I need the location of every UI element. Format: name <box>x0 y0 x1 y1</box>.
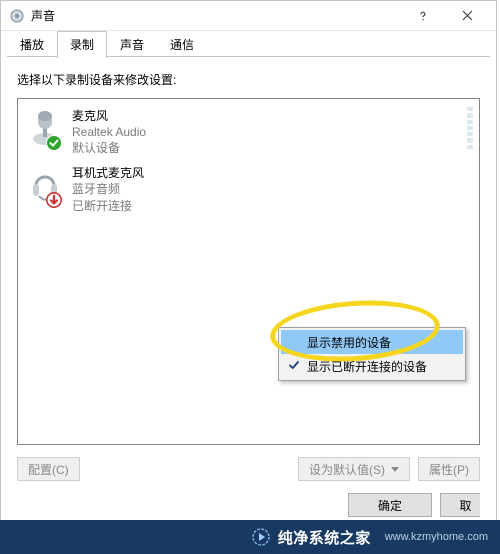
menu-show-disabled[interactable]: 显示禁用的设备 <box>281 330 463 354</box>
tab-content: 选择以下录制设备来修改设置: <box>1 57 496 529</box>
menu-show-disconnected[interactable]: 显示已断开连接的设备 <box>281 354 463 378</box>
ok-button[interactable]: 确定 <box>348 493 432 517</box>
tab-playback[interactable]: 播放 <box>7 31 57 57</box>
configure-button[interactable]: 配置(C) <box>17 457 80 481</box>
tabstrip: 播放 录制 声音 通信 <box>1 31 496 57</box>
device-text: 麦克风 Realtek Audio 默认设备 <box>72 107 146 156</box>
menu-item-label: 显示已断开连接的设备 <box>307 358 427 375</box>
device-text: 耳机式麦克风 蓝牙音频 已断开连接 <box>72 164 144 213</box>
properties-button[interactable]: 属性(P) <box>418 457 480 481</box>
titlebar: 声音 <box>1 1 496 31</box>
device-row[interactable]: 耳机式麦克风 蓝牙音频 已断开连接 <box>22 160 475 217</box>
headset-icon <box>28 164 62 208</box>
watermark-bar: 纯净系统之家 www.kzmyhome.com <box>0 520 500 554</box>
set-default-button[interactable]: 设为默认值(S) <box>298 457 410 481</box>
microphone-icon <box>28 107 62 151</box>
chevron-down-icon <box>391 467 399 472</box>
brand-logo-icon <box>252 528 270 546</box>
check-badge-icon <box>46 135 62 151</box>
device-list[interactable]: 麦克风 Realtek Audio 默认设备 <box>17 98 480 445</box>
device-row[interactable]: 麦克风 Realtek Audio 默认设备 <box>22 103 475 160</box>
tab-sounds[interactable]: 声音 <box>107 31 157 57</box>
sound-app-icon <box>9 8 25 24</box>
window-title: 声音 <box>31 7 400 24</box>
menu-item-label: 显示禁用的设备 <box>307 334 391 351</box>
close-button[interactable] <box>445 2 490 30</box>
watermark-brand: 纯净系统之家 <box>278 527 371 548</box>
sound-dialog: 声音 播放 录制 声音 通信 选择以下录制设备来修改设置: <box>0 0 497 530</box>
device-driver: 蓝牙音频 <box>72 181 144 197</box>
device-status: 已断开连接 <box>72 198 144 214</box>
disconnect-badge-icon <box>46 192 62 208</box>
tab-communications[interactable]: 通信 <box>157 31 207 57</box>
level-meter <box>467 107 473 149</box>
device-driver: Realtek Audio <box>72 124 146 140</box>
prompt-text: 选择以下录制设备来修改设置: <box>17 71 480 88</box>
dialog-button-row: 确定 取 <box>17 493 480 517</box>
checkmark-icon <box>287 358 301 372</box>
device-name: 麦克风 <box>72 107 146 124</box>
tab-recording[interactable]: 录制 <box>57 31 107 58</box>
device-action-row: 配置(C) 设为默认值(S) 属性(P) <box>17 457 480 481</box>
cancel-button[interactable]: 取 <box>440 493 480 517</box>
watermark-url: www.kzmyhome.com <box>385 531 488 543</box>
context-menu: 显示禁用的设备 显示已断开连接的设备 <box>278 327 466 381</box>
help-button[interactable] <box>400 2 445 30</box>
device-name: 耳机式麦克风 <box>72 164 144 181</box>
device-status: 默认设备 <box>72 140 146 156</box>
set-default-label: 设为默认值(S) <box>309 461 385 478</box>
